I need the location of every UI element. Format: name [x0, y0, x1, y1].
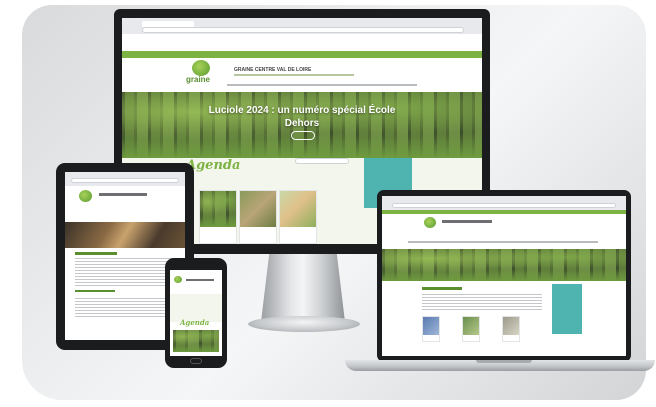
event-card-image — [240, 191, 276, 227]
browser-chrome — [65, 172, 185, 186]
article-body — [75, 258, 175, 286]
phone-home-button[interactable] — [190, 358, 202, 364]
hero-image — [382, 249, 626, 281]
graine-logo-icon — [79, 190, 92, 202]
graine-logo-icon — [424, 217, 436, 228]
agenda-heading: Agenda — [180, 318, 210, 327]
url-bar[interactable] — [71, 178, 179, 183]
graine-logo-icon — [174, 276, 182, 283]
site-name: GRAINE CENTRE VAL DE LOIRE — [234, 67, 312, 73]
phone-card-image — [173, 330, 219, 352]
url-bar[interactable] — [392, 203, 616, 208]
agenda-heading: Agenda — [186, 158, 241, 173]
hero-title-line1: Luciole 2024 : un numéro spécial École — [208, 105, 396, 116]
resource-card[interactable] — [502, 316, 520, 342]
logo-wordmark: graine — [186, 75, 211, 84]
event-card[interactable] — [239, 190, 277, 244]
article-title — [75, 252, 117, 255]
browser-chrome — [382, 196, 626, 210]
sidebar-panel — [552, 284, 582, 334]
url-bar[interactable] — [142, 27, 464, 33]
hero-more-button[interactable] — [291, 131, 315, 140]
laptop-notch — [476, 360, 532, 363]
site-name — [186, 279, 214, 281]
site-name — [99, 193, 147, 196]
event-card[interactable] — [279, 190, 317, 244]
phone-screen: Agenda — [170, 270, 222, 356]
site-tagline — [234, 74, 354, 76]
resource-card-image — [463, 317, 479, 335]
resource-card[interactable] — [462, 316, 480, 342]
resource-card[interactable] — [422, 316, 440, 342]
article-image — [65, 222, 185, 248]
page-title — [422, 287, 462, 290]
monitor-stand-base — [248, 316, 360, 332]
main-nav[interactable] — [408, 241, 598, 243]
resource-card-image — [423, 317, 439, 335]
main-nav[interactable] — [227, 84, 417, 86]
agenda-search-input[interactable] — [295, 158, 349, 164]
body-text — [422, 294, 542, 310]
resource-card-image — [503, 317, 519, 335]
monitor-stand-neck — [261, 252, 345, 322]
event-card-image — [200, 191, 236, 227]
section-body — [75, 298, 175, 318]
top-utility-strip — [122, 51, 482, 58]
laptop-screen — [382, 196, 626, 356]
top-utility-strip — [382, 210, 626, 214]
browser-chrome — [122, 18, 482, 34]
graine-logo-icon — [192, 60, 210, 76]
hero-title-line2: Dehors — [284, 118, 320, 129]
section-heading — [75, 290, 115, 292]
site-name — [442, 220, 492, 223]
event-card-image — [280, 191, 316, 227]
event-card[interactable] — [199, 190, 237, 244]
